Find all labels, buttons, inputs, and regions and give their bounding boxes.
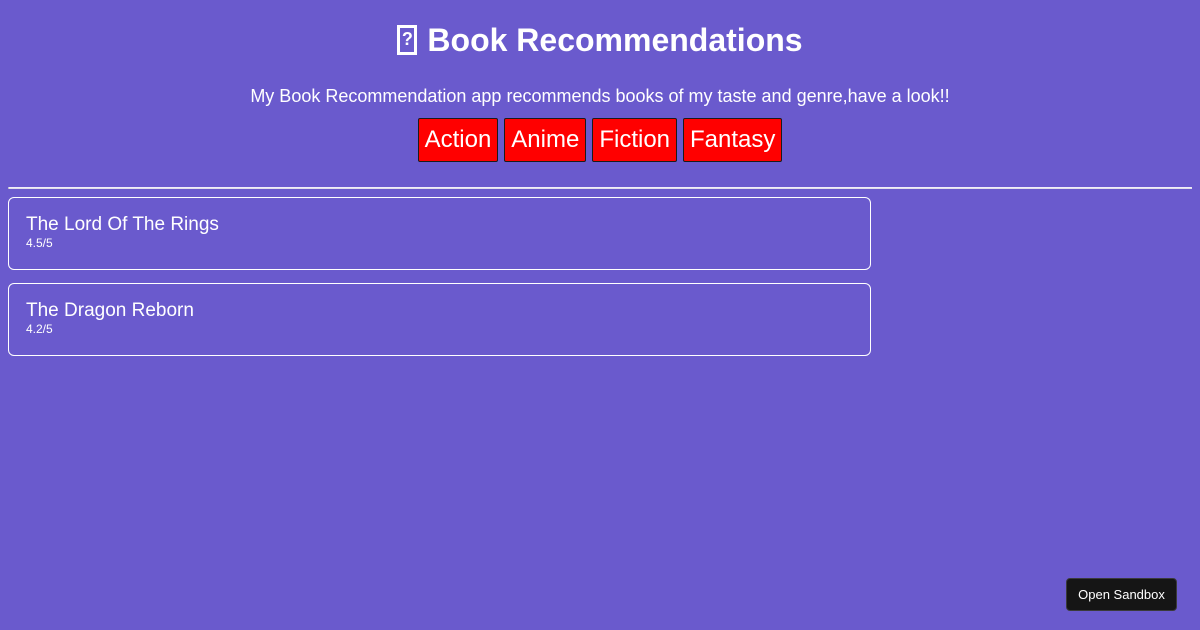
app-header: ? Book Recommendations My Book Recommend… bbox=[0, 0, 1200, 162]
book-icon: ? bbox=[397, 25, 418, 55]
genre-button-fiction[interactable]: Fiction bbox=[592, 118, 678, 162]
book-list: The Lord Of The Rings 4.5/5 The Dragon R… bbox=[8, 197, 871, 369]
page-title: ? Book Recommendations bbox=[0, 0, 1200, 59]
genre-button-action[interactable]: Action bbox=[417, 118, 499, 162]
book-title: The Dragon Reborn bbox=[26, 300, 194, 321]
open-sandbox-button[interactable]: Open Sandbox bbox=[1066, 578, 1177, 611]
book-card: The Dragon Reborn 4.2/5 bbox=[8, 283, 871, 356]
genre-button-anime[interactable]: Anime bbox=[504, 118, 587, 162]
page-title-text: Book Recommendations bbox=[427, 22, 803, 58]
book-rating: 4.2/5 bbox=[26, 322, 53, 336]
divider bbox=[8, 187, 1192, 189]
book-title: The Lord Of The Rings bbox=[26, 214, 219, 235]
page-subtitle: My Book Recommendation app recommends bo… bbox=[250, 86, 950, 106]
genre-button-group: Action Anime Fiction Fantasy bbox=[0, 118, 1200, 162]
genre-button-fantasy[interactable]: Fantasy bbox=[683, 118, 783, 162]
book-card: The Lord Of The Rings 4.5/5 bbox=[8, 197, 871, 270]
book-rating: 4.5/5 bbox=[26, 236, 53, 250]
